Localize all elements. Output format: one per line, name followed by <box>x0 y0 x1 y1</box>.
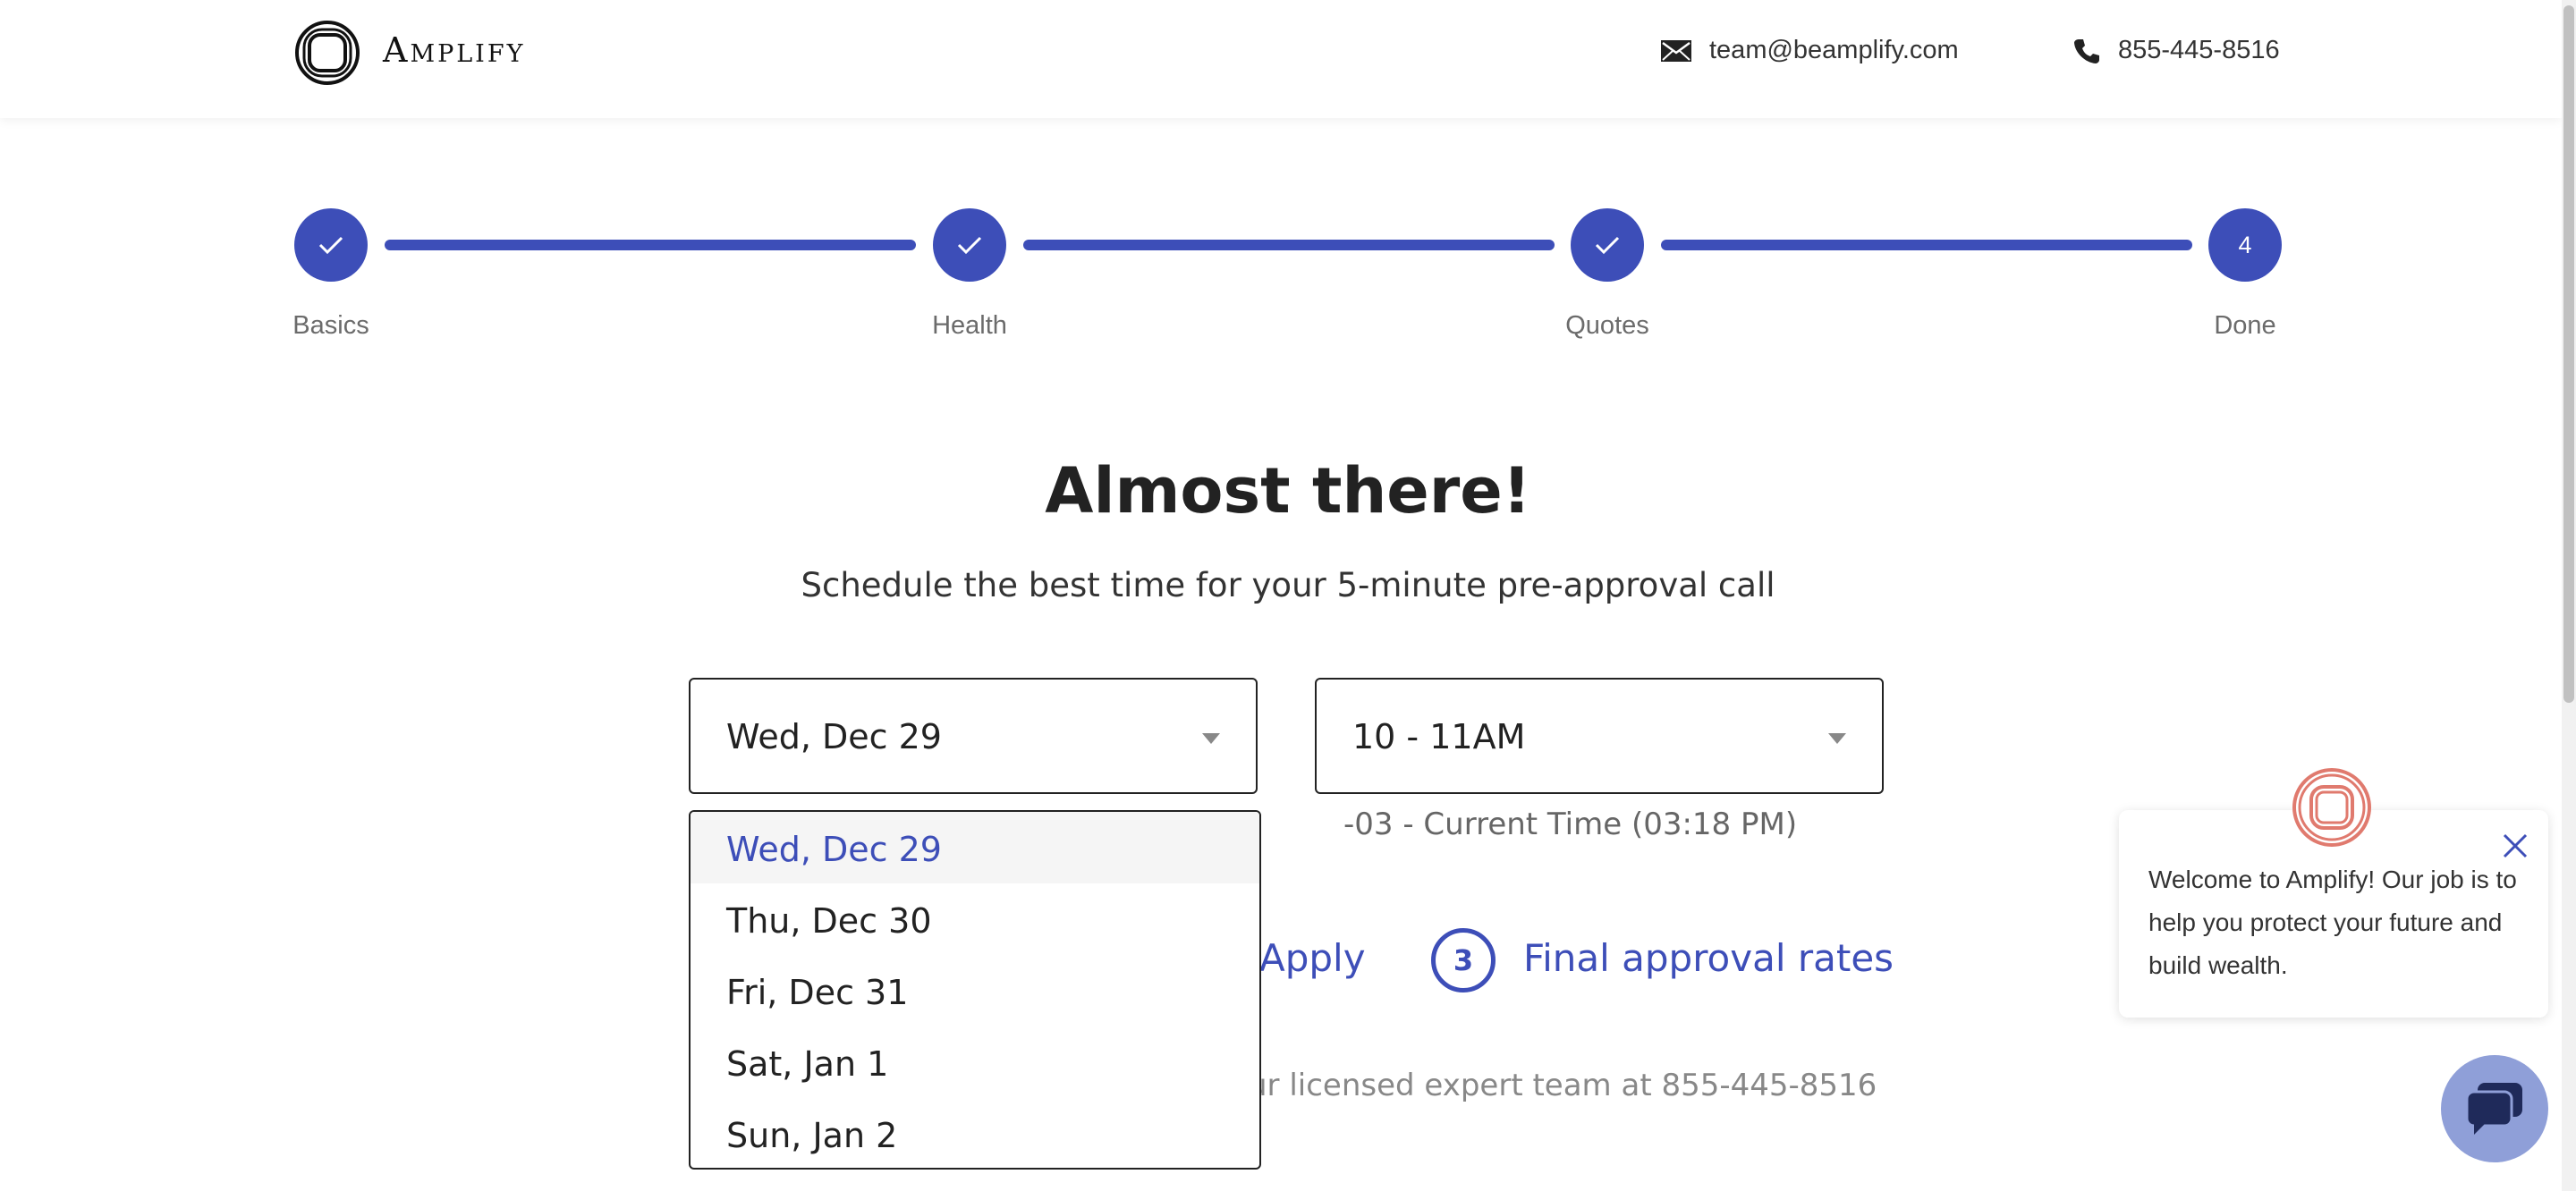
date-option[interactable]: Wed, Dec 29 <box>691 812 1259 883</box>
time-select-value: 10 - 11AM <box>1352 717 1526 756</box>
date-option-label: Fri, Dec 31 <box>726 973 909 1012</box>
process-step-3-badge: 3 <box>1431 928 1496 992</box>
date-option[interactable]: Fri, Dec 31 <box>691 955 1259 1026</box>
phone-icon <box>2074 38 2099 63</box>
step-health <box>933 208 1006 282</box>
step-label-quotes: Quotes <box>1565 311 1649 340</box>
date-option[interactable]: Thu, Dec 30 <box>691 883 1259 955</box>
chat-welcome-message: Welcome to Amplify! Our job is to help y… <box>2148 866 2517 979</box>
amplify-logo-icon <box>2292 768 2371 847</box>
close-icon[interactable] <box>2499 830 2531 862</box>
amplify-logo-icon[interactable] <box>294 20 360 86</box>
time-select[interactable]: 10 - 11AM <box>1315 678 1884 794</box>
final-approval-rates-label: Final approval rates <box>1523 936 1894 980</box>
step-label-basics: Basics <box>292 311 369 340</box>
expert-contact-text: ur licensed expert team at 855-445-8516 <box>1248 1068 1877 1103</box>
step-label-done: Done <box>2214 311 2276 340</box>
date-dropdown-list[interactable]: Wed, Dec 29 Thu, Dec 30 Fri, Dec 31 Sat,… <box>689 810 1261 1170</box>
phone-link[interactable]: 855-445-8516 <box>2073 36 2280 65</box>
brand-name[interactable]: Amplify <box>383 30 525 70</box>
apply-step-label: Apply <box>1259 936 1366 980</box>
check-icon <box>318 236 343 255</box>
chat-bubble-icon <box>2465 1083 2522 1135</box>
chevron-down-icon <box>1202 733 1220 744</box>
step-quotes <box>1571 208 1644 282</box>
chat-launcher-button[interactable] <box>2441 1055 2548 1162</box>
page-title: Almost there! <box>1045 454 1531 528</box>
site-header: Amplify team@beamplify.com 855-445-8516 <box>0 0 2562 118</box>
date-option-label: Thu, Dec 30 <box>726 901 932 941</box>
step-label-health: Health <box>932 311 1007 340</box>
date-option[interactable]: Sun, Jan 2 <box>691 1098 1259 1168</box>
step-basics <box>294 208 368 282</box>
date-select[interactable]: Wed, Dec 29 <box>689 678 1258 794</box>
date-select-value: Wed, Dec 29 <box>726 717 942 756</box>
email-link[interactable]: team@beamplify.com <box>1661 36 1959 65</box>
envelope-icon <box>1661 39 1691 62</box>
step-connector <box>1661 240 2192 250</box>
check-icon <box>957 236 982 255</box>
check-icon <box>1595 236 1620 255</box>
page-subtitle: Schedule the best time for your 5-minute… <box>801 566 1775 604</box>
date-option[interactable]: Sat, Jan 1 <box>691 1026 1259 1098</box>
email-text: team@beamplify.com <box>1709 36 1959 64</box>
date-option-label: Wed, Dec 29 <box>726 830 942 869</box>
date-option-label: Sun, Jan 2 <box>726 1116 898 1155</box>
date-option-label: Sat, Jan 1 <box>726 1044 889 1084</box>
phone-text: 855-445-8516 <box>2118 36 2280 64</box>
step-connector <box>385 240 916 250</box>
step-done: 4 <box>2208 208 2282 282</box>
timezone-note: -03 - Current Time (03:18 PM) <box>1343 807 1798 842</box>
chevron-down-icon <box>1828 733 1846 744</box>
step-connector <box>1023 240 1555 250</box>
